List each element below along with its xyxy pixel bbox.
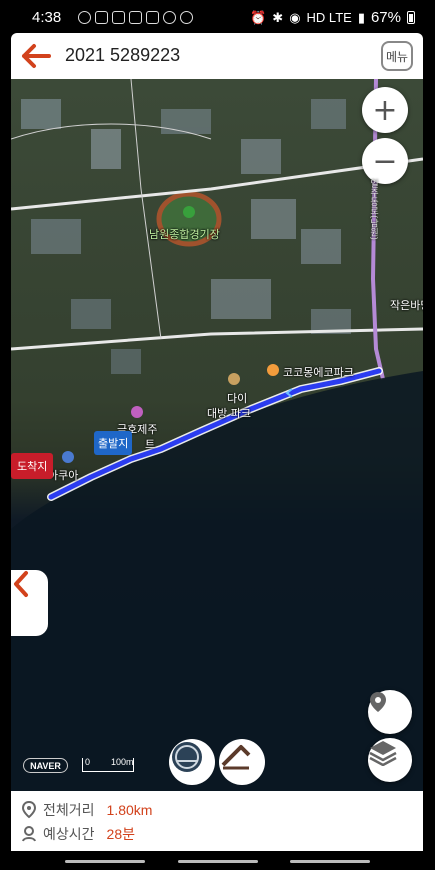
nav-back[interactable] [290,860,370,863]
wifi-icon: ◉ [289,9,301,25]
signal-icon: ▮ [357,9,365,25]
map-view[interactable]: + − 남원종합경기장 일주동로(남원) 작은바당 코코몽에코파크 다이 대방 … [11,79,423,791]
status-time: 4:38 [32,9,62,26]
map-label-daibang-park: 대방 파크 [207,407,251,420]
time-row: 예상시간 28분 [21,824,135,844]
system-nav-bar [0,851,435,870]
menu-button[interactable]: 메뉴 [381,41,413,71]
nav-recent[interactable] [65,860,145,863]
instagram-icon [95,11,108,24]
app-header: 2021 5289223 메뉴 [11,33,423,79]
page-title: 2021 5289223 [65,45,181,65]
bluetooth-icon: ✱ [272,9,284,25]
time-value: 28분 [106,826,135,842]
network-type: HD LTE [306,10,352,25]
layers-button[interactable] [368,738,412,782]
location-pin-icon [370,692,386,712]
zoom-in-button[interactable]: + [362,87,408,133]
time-label: 예상시간 [43,826,95,842]
side-panel-toggle[interactable] [11,570,48,636]
my-location-button[interactable] [368,690,412,734]
status-right: ⏰ ✱ ◉ HD LTE ▮ 67% [250,9,415,26]
compass-icon [172,742,202,772]
route-info-panel: 전체거리 1.80km 예상시간 28분 [11,791,423,851]
google-icon [78,11,91,24]
distance-pin-icon [21,801,37,819]
battery-percent: 67% [370,9,401,26]
alarm-icon: ⏰ [250,9,267,25]
terrain-profile-button[interactable] [219,739,265,785]
distance-row: 전체거리 1.80km [21,800,152,820]
zoom-out-button[interactable]: − [362,138,408,184]
map-label-daibang: 다이 [227,392,248,405]
location-icon [180,11,193,24]
compass-button[interactable] [169,739,215,785]
app-icon [146,11,159,24]
battery-icon [407,11,415,24]
end-marker[interactable]: 도착지 [11,453,54,479]
map-label-kokomong: 코코몽에코파크 [283,366,354,379]
check-icon [163,11,176,24]
notification-icons [78,11,193,24]
nav-home[interactable] [178,860,258,863]
distance-value: 1.80km [106,802,153,818]
map-label-stadium: 남원종합경기장 [149,228,220,241]
map-label-road: 일주동로(남원) [368,179,378,241]
back-arrow-icon [22,44,51,68]
person-icon [22,826,36,842]
start-marker[interactable]: 출발지 [94,431,133,455]
instagram-icon [129,11,142,24]
map-label-geukho-resort: 트 [145,438,156,451]
scale-end: 100m [111,757,134,767]
back-button[interactable] [21,43,51,69]
distance-label: 전체거리 [43,802,95,818]
map-label-small-stream: 작은바당 [390,299,423,312]
layers-icon [369,741,397,766]
chevron-left-icon [14,571,28,597]
map-canvas [11,79,423,791]
map-scale-bar: 0 100m [82,757,134,772]
naver-logo: NAVER [23,758,68,773]
elevation-icon [221,745,251,770]
scale-start: 0 [85,757,91,767]
app-icon [112,11,125,24]
status-bar: 4:38 ⏰ ✱ ◉ HD LTE ▮ 67% [0,0,435,36]
